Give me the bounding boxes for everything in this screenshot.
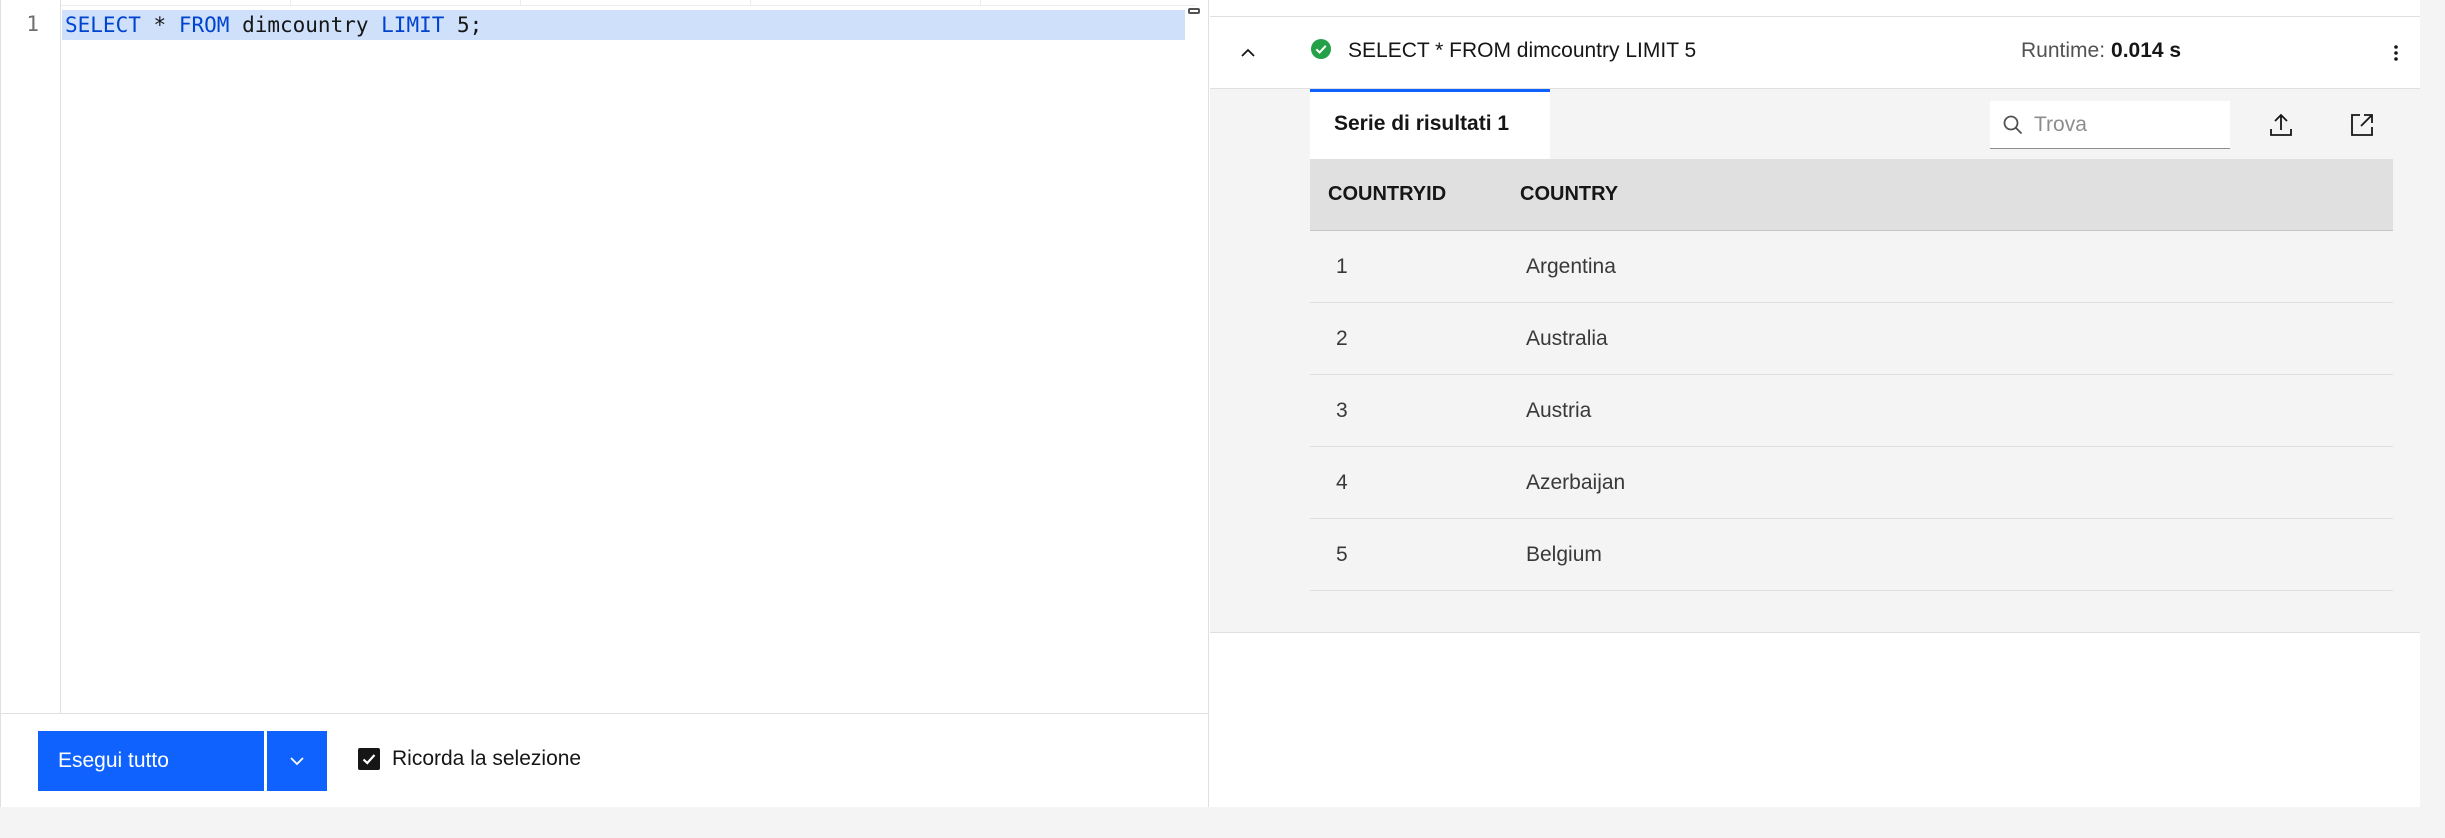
result-body: Serie di risultati 1 Trova COUNTRYID COU… — [1210, 89, 2420, 633]
code-keyword-from: FROM — [178, 13, 230, 37]
cell-country: Belgium — [1526, 542, 1602, 566]
table-row[interactable]: 3 Austria — [1310, 375, 2393, 447]
code-table-name: dimcountry — [242, 13, 369, 37]
overflow-menu-vertical-icon — [2394, 45, 2398, 61]
chevron-down-icon — [290, 757, 304, 766]
cell-countryid: 2 — [1336, 326, 1348, 350]
results-pane: SELECT * FROM dimcountry LIMIT 5 Runtime… — [1210, 0, 2420, 807]
code-limit-value: 5; — [457, 13, 483, 37]
export-button[interactable] — [2257, 101, 2305, 149]
checkmark-filled-icon — [1311, 39, 1331, 59]
upload-icon — [2270, 113, 2292, 136]
runtime-label: Runtime: — [2021, 39, 2106, 62]
run-all-button[interactable]: Esegui tutto — [38, 731, 264, 791]
column-header-countryid[interactable]: COUNTRYID — [1310, 183, 1520, 206]
code-star: * — [153, 13, 167, 37]
line-gutter: 1 — [1, 0, 61, 713]
code-line-selected[interactable]: SELECT * FROM dimcountry LIMIT 5; — [62, 10, 1185, 40]
cell-country: Australia — [1526, 326, 1608, 350]
cell-countryid: 5 — [1336, 542, 1348, 566]
table-row[interactable]: 5 Belgium — [1310, 519, 2393, 591]
editor-footer: Esegui tutto Ricorda la selezione — [1, 713, 1208, 807]
minimize-icon[interactable] — [1188, 8, 1200, 14]
search-icon — [2003, 115, 2023, 134]
cell-country: Argentina — [1526, 254, 1616, 278]
cell-country: Austria — [1526, 398, 1592, 422]
cell-countryid: 3 — [1336, 398, 1348, 422]
remember-selection-label: Ricorda la selezione — [392, 747, 582, 770]
results-table: COUNTRYID COUNTRY 1 Argentina 2 Australi… — [1310, 159, 2393, 591]
cell-countryid: 4 — [1336, 470, 1348, 494]
code-keyword-limit: LIMIT — [381, 13, 445, 37]
launch-icon — [2351, 114, 2373, 136]
collapse-result-button[interactable] — [1230, 35, 1266, 71]
tab-result-set-1[interactable]: Serie di risultati 1 — [1310, 89, 1550, 159]
checkmark-icon — [362, 754, 376, 765]
sql-editor-pane: 1 SELECT * FROM dimcountry LIMIT 5; Eseg… — [0, 0, 1209, 807]
column-header-country[interactable]: COUNTRY — [1520, 183, 1618, 206]
result-header: SELECT * FROM dimcountry LIMIT 5 Runtime… — [1210, 17, 2420, 89]
table-header: COUNTRYID COUNTRY — [1310, 159, 2393, 231]
table-row[interactable]: 1 Argentina — [1310, 231, 2393, 303]
cell-countryid: 1 — [1336, 254, 1348, 278]
runtime-info: Runtime: 0.014 s — [2021, 39, 2181, 63]
code-keyword-select: SELECT — [65, 13, 141, 37]
results-top-strip — [1210, 0, 2420, 17]
result-query-title: SELECT * FROM dimcountry LIMIT 5 — [1348, 39, 1697, 62]
editor-ruler — [61, 0, 1196, 6]
remember-selection-checkbox[interactable]: Ricorda la selezione — [358, 747, 581, 771]
chevron-up-icon — [1241, 48, 1255, 57]
open-in-new-window-button[interactable] — [2338, 101, 2386, 149]
table-row[interactable]: 4 Azerbaijan — [1310, 447, 2393, 519]
table-row[interactable]: 2 Australia — [1310, 303, 2393, 375]
run-options-dropdown[interactable] — [267, 731, 327, 791]
cell-country: Azerbaijan — [1526, 470, 1626, 494]
result-overflow-menu[interactable] — [2378, 35, 2414, 71]
sql-workspace: 1 SELECT * FROM dimcountry LIMIT 5; Eseg… — [0, 0, 2420, 807]
line-number: 1 — [26, 12, 39, 36]
checkbox-box[interactable] — [358, 748, 380, 770]
search-box[interactable] — [1990, 101, 2230, 149]
search-input[interactable] — [2034, 112, 2224, 137]
runtime-value: 0.014 s — [2111, 39, 2182, 62]
